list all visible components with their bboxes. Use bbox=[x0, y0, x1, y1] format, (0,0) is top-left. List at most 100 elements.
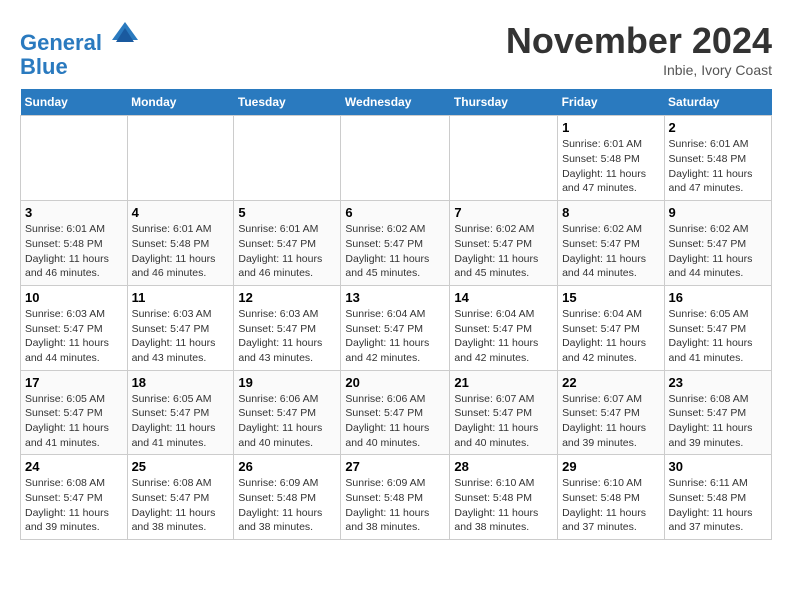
calendar-cell: 30 Sunrise: 6:11 AMSunset: 5:48 PMDayligh… bbox=[664, 455, 771, 540]
day-info: Sunrise: 6:01 AMSunset: 5:48 PMDaylight:… bbox=[25, 222, 123, 281]
day-number: 21 bbox=[454, 375, 553, 390]
calendar-week-row: 1 Sunrise: 6:01 AMSunset: 5:48 PMDaylight… bbox=[21, 116, 772, 201]
day-number: 12 bbox=[238, 290, 336, 305]
day-info: Sunrise: 6:07 AMSunset: 5:47 PMDaylight:… bbox=[562, 392, 659, 451]
month-title: November 2024 bbox=[506, 20, 772, 62]
day-number: 3 bbox=[25, 205, 123, 220]
day-number: 2 bbox=[669, 120, 767, 135]
day-number: 16 bbox=[669, 290, 767, 305]
calendar-cell: 28 Sunrise: 6:10 AMSunset: 5:48 PMDayligh… bbox=[450, 455, 558, 540]
calendar-cell: 13Sunrise: 6:04 AMSunset: 5:47 PMDayligh… bbox=[341, 285, 450, 370]
calendar-cell: 5Sunrise: 6:01 AMSunset: 5:47 PMDaylight… bbox=[234, 201, 341, 286]
calendar-week-row: 17 Sunrise: 6:05 AMSunset: 5:47 PMDayligh… bbox=[21, 370, 772, 455]
day-number: 8 bbox=[562, 205, 659, 220]
day-info: Sunrise: 6:09 AMSunset: 5:48 PMDaylight:… bbox=[238, 476, 336, 535]
day-info: Sunrise: 6:01 AMSunset: 5:48 PMDaylight:… bbox=[669, 137, 767, 196]
day-info: Sunrise: 6:08 AMSunset: 5:47 PMDaylight:… bbox=[132, 476, 230, 535]
day-info: Sunrise: 6:10 AMSunset: 5:48 PMDaylight:… bbox=[454, 476, 553, 535]
day-info: Sunrise: 6:05 AMSunset: 5:47 PMDaylight:… bbox=[669, 307, 767, 366]
day-info: Sunrise: 6:08 AMSunset: 5:47 PMDaylight:… bbox=[669, 392, 767, 451]
day-number: 17 bbox=[25, 375, 123, 390]
calendar-cell: 11 Sunrise: 6:03 AMSunset: 5:47 PMDayligh… bbox=[127, 285, 234, 370]
day-info: Sunrise: 6:08 AMSunset: 5:47 PMDaylight:… bbox=[25, 476, 123, 535]
calendar-cell bbox=[341, 116, 450, 201]
weekday-header-row: SundayMondayTuesdayWednesdayThursdayFrid… bbox=[21, 89, 772, 116]
day-info: Sunrise: 6:07 AMSunset: 5:47 PMDaylight:… bbox=[454, 392, 553, 451]
day-info: Sunrise: 6:01 AMSunset: 5:48 PMDaylight:… bbox=[562, 137, 659, 196]
calendar-cell: 19 Sunrise: 6:06 AMSunset: 5:47 PMDayligh… bbox=[234, 370, 341, 455]
calendar-week-row: 10 Sunrise: 6:03 AMSunset: 5:47 PMDayligh… bbox=[21, 285, 772, 370]
day-info: Sunrise: 6:02 AMSunset: 5:47 PMDaylight:… bbox=[345, 222, 445, 281]
calendar-cell bbox=[21, 116, 128, 201]
weekday-header: Saturday bbox=[664, 89, 771, 116]
day-number: 10 bbox=[25, 290, 123, 305]
day-number: 15 bbox=[562, 290, 659, 305]
day-info: Sunrise: 6:02 AMSunset: 5:47 PMDaylight:… bbox=[562, 222, 659, 281]
calendar-cell: 15 Sunrise: 6:04 AMSunset: 5:47 PMDayligh… bbox=[558, 285, 664, 370]
calendar-cell: 12 Sunrise: 6:03 AMSunset: 5:47 PMDayligh… bbox=[234, 285, 341, 370]
calendar-cell: 3 Sunrise: 6:01 AMSunset: 5:48 PMDaylight… bbox=[21, 201, 128, 286]
calendar-cell: 14Sunrise: 6:04 AMSunset: 5:47 PMDayligh… bbox=[450, 285, 558, 370]
day-number: 27 bbox=[345, 459, 445, 474]
day-info: Sunrise: 6:10 AMSunset: 5:48 PMDaylight:… bbox=[562, 476, 659, 535]
day-number: 1 bbox=[562, 120, 659, 135]
weekday-header: Friday bbox=[558, 89, 664, 116]
calendar-cell: 25 Sunrise: 6:08 AMSunset: 5:47 PMDayligh… bbox=[127, 455, 234, 540]
day-number: 7 bbox=[454, 205, 553, 220]
calendar-cell: 8 Sunrise: 6:02 AMSunset: 5:47 PMDaylight… bbox=[558, 201, 664, 286]
calendar-cell bbox=[234, 116, 341, 201]
day-number: 29 bbox=[562, 459, 659, 474]
day-number: 4 bbox=[132, 205, 230, 220]
calendar-cell: 23 Sunrise: 6:08 AMSunset: 5:47 PMDayligh… bbox=[664, 370, 771, 455]
day-number: 11 bbox=[132, 290, 230, 305]
calendar-week-row: 24 Sunrise: 6:08 AMSunset: 5:47 PMDayligh… bbox=[21, 455, 772, 540]
calendar-cell: 10 Sunrise: 6:03 AMSunset: 5:47 PMDayligh… bbox=[21, 285, 128, 370]
logo: General Blue bbox=[20, 20, 140, 79]
day-number: 5 bbox=[238, 205, 336, 220]
day-number: 18 bbox=[132, 375, 230, 390]
day-number: 19 bbox=[238, 375, 336, 390]
weekday-header: Monday bbox=[127, 89, 234, 116]
day-info: Sunrise: 6:06 AMSunset: 5:47 PMDaylight:… bbox=[345, 392, 445, 451]
day-info: Sunrise: 6:04 AMSunset: 5:47 PMDaylight:… bbox=[562, 307, 659, 366]
day-info: Sunrise: 6:11 AMSunset: 5:48 PMDaylight:… bbox=[669, 476, 767, 535]
day-number: 20 bbox=[345, 375, 445, 390]
day-number: 25 bbox=[132, 459, 230, 474]
day-info: Sunrise: 6:09 AMSunset: 5:48 PMDaylight:… bbox=[345, 476, 445, 535]
calendar-cell: 1 Sunrise: 6:01 AMSunset: 5:48 PMDaylight… bbox=[558, 116, 664, 201]
calendar-cell: 7 Sunrise: 6:02 AMSunset: 5:47 PMDaylight… bbox=[450, 201, 558, 286]
calendar-cell: 4 Sunrise: 6:01 AMSunset: 5:48 PMDaylight… bbox=[127, 201, 234, 286]
calendar-cell: 26 Sunrise: 6:09 AMSunset: 5:48 PMDayligh… bbox=[234, 455, 341, 540]
day-info: Sunrise: 6:03 AMSunset: 5:47 PMDaylight:… bbox=[132, 307, 230, 366]
day-number: 24 bbox=[25, 459, 123, 474]
logo-icon bbox=[110, 20, 140, 50]
day-info: Sunrise: 6:04 AMSunset: 5:47 PMDaylight:… bbox=[454, 307, 553, 366]
calendar-cell: 17Sunrise: 6:05 AMSunset: 5:47 PMDayligh… bbox=[21, 370, 128, 455]
title-area: November 2024 Inbie, Ivory Coast bbox=[506, 20, 772, 78]
location: Inbie, Ivory Coast bbox=[506, 62, 772, 78]
page-header: General Blue November 2024 Inbie, Ivory … bbox=[20, 20, 772, 79]
calendar-cell: 6Sunrise: 6:02 AMSunset: 5:47 PMDaylight… bbox=[341, 201, 450, 286]
day-info: Sunrise: 6:04 AMSunset: 5:47 PMDaylight:… bbox=[345, 307, 445, 366]
weekday-header: Wednesday bbox=[341, 89, 450, 116]
day-info: Sunrise: 6:05 AMSunset: 5:47 PMDaylight:… bbox=[132, 392, 230, 451]
calendar-cell: 24 Sunrise: 6:08 AMSunset: 5:47 PMDayligh… bbox=[21, 455, 128, 540]
day-number: 30 bbox=[669, 459, 767, 474]
day-number: 28 bbox=[454, 459, 553, 474]
calendar-cell: 29 Sunrise: 6:10 AMSunset: 5:48 PMDayligh… bbox=[558, 455, 664, 540]
day-info: Sunrise: 6:02 AMSunset: 5:47 PMDaylight:… bbox=[669, 222, 767, 281]
day-info: Sunrise: 6:02 AMSunset: 5:47 PMDaylight:… bbox=[454, 222, 553, 281]
day-info: Sunrise: 6:01 AMSunset: 5:48 PMDaylight:… bbox=[132, 222, 230, 281]
calendar-cell bbox=[450, 116, 558, 201]
calendar-cell: 22Sunrise: 6:07 AMSunset: 5:47 PMDayligh… bbox=[558, 370, 664, 455]
day-number: 23 bbox=[669, 375, 767, 390]
day-info: Sunrise: 6:06 AMSunset: 5:47 PMDaylight:… bbox=[238, 392, 336, 451]
day-info: Sunrise: 6:03 AMSunset: 5:47 PMDaylight:… bbox=[25, 307, 123, 366]
day-info: Sunrise: 6:03 AMSunset: 5:47 PMDaylight:… bbox=[238, 307, 336, 366]
calendar-cell: 16 Sunrise: 6:05 AMSunset: 5:47 PMDayligh… bbox=[664, 285, 771, 370]
day-number: 26 bbox=[238, 459, 336, 474]
weekday-header: Thursday bbox=[450, 89, 558, 116]
calendar-cell: 18 Sunrise: 6:05 AMSunset: 5:47 PMDayligh… bbox=[127, 370, 234, 455]
calendar-table: SundayMondayTuesdayWednesdayThursdayFrid… bbox=[20, 89, 772, 540]
weekday-header: Tuesday bbox=[234, 89, 341, 116]
